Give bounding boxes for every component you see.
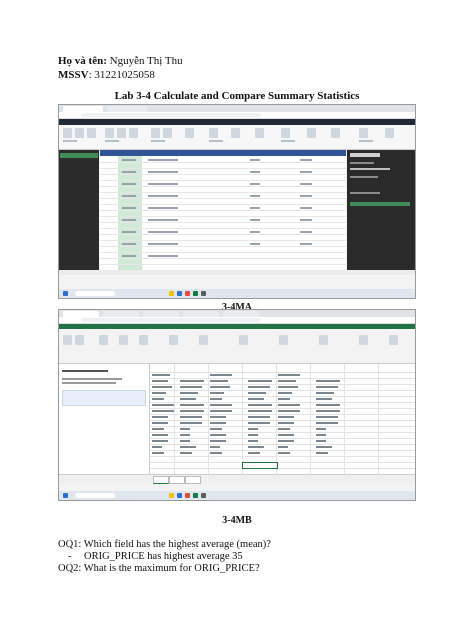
browser-url-bar — [59, 317, 415, 324]
sheet-tabs — [59, 474, 415, 484]
document-recovery-pane — [59, 364, 150, 474]
browser-tab-bar — [59, 105, 415, 112]
document-page: Họ và tên: Nguyễn Thị Thu MSSV: 31221025… — [0, 0, 474, 632]
student-name-line: Họ và tên: Nguyễn Thị Thu — [58, 55, 183, 68]
screenshot-excel — [58, 309, 416, 501]
id-label: MSSV — [58, 69, 89, 81]
browser-tab-bar — [59, 310, 415, 317]
answer-oq1: ORIG_PRICE has highest average 35 — [84, 551, 243, 562]
windows-taskbar — [59, 289, 415, 298]
lab-title: Lab 3-4 Calculate and Compare Summary St… — [114, 90, 360, 102]
windows-taskbar — [59, 491, 415, 500]
question-oq2: OQ2: What is the maximum for ORIG_PRICE? — [58, 563, 260, 574]
queries-pane — [59, 150, 99, 270]
status-bar — [59, 270, 415, 275]
id-value: : 31221025058 — [88, 69, 155, 81]
question-oq1: OQ1: Which field has the highest average… — [58, 539, 271, 550]
name-label: Họ và tên: — [58, 55, 107, 67]
excel-ribbon — [59, 329, 415, 364]
excel-worksheet — [150, 364, 415, 474]
student-id-line: MSSV: 31221025058 — [58, 69, 155, 82]
data-preview-grid — [100, 150, 346, 270]
browser-url-bar — [59, 112, 415, 119]
name-value: Nguyễn Thị Thu — [106, 55, 183, 67]
query-settings-pane — [347, 150, 415, 270]
ribbon — [59, 125, 415, 150]
answer-bullet: - — [68, 551, 72, 562]
screenshot-power-query — [58, 104, 416, 299]
caption-figure-2: 3-4MB — [222, 515, 252, 526]
